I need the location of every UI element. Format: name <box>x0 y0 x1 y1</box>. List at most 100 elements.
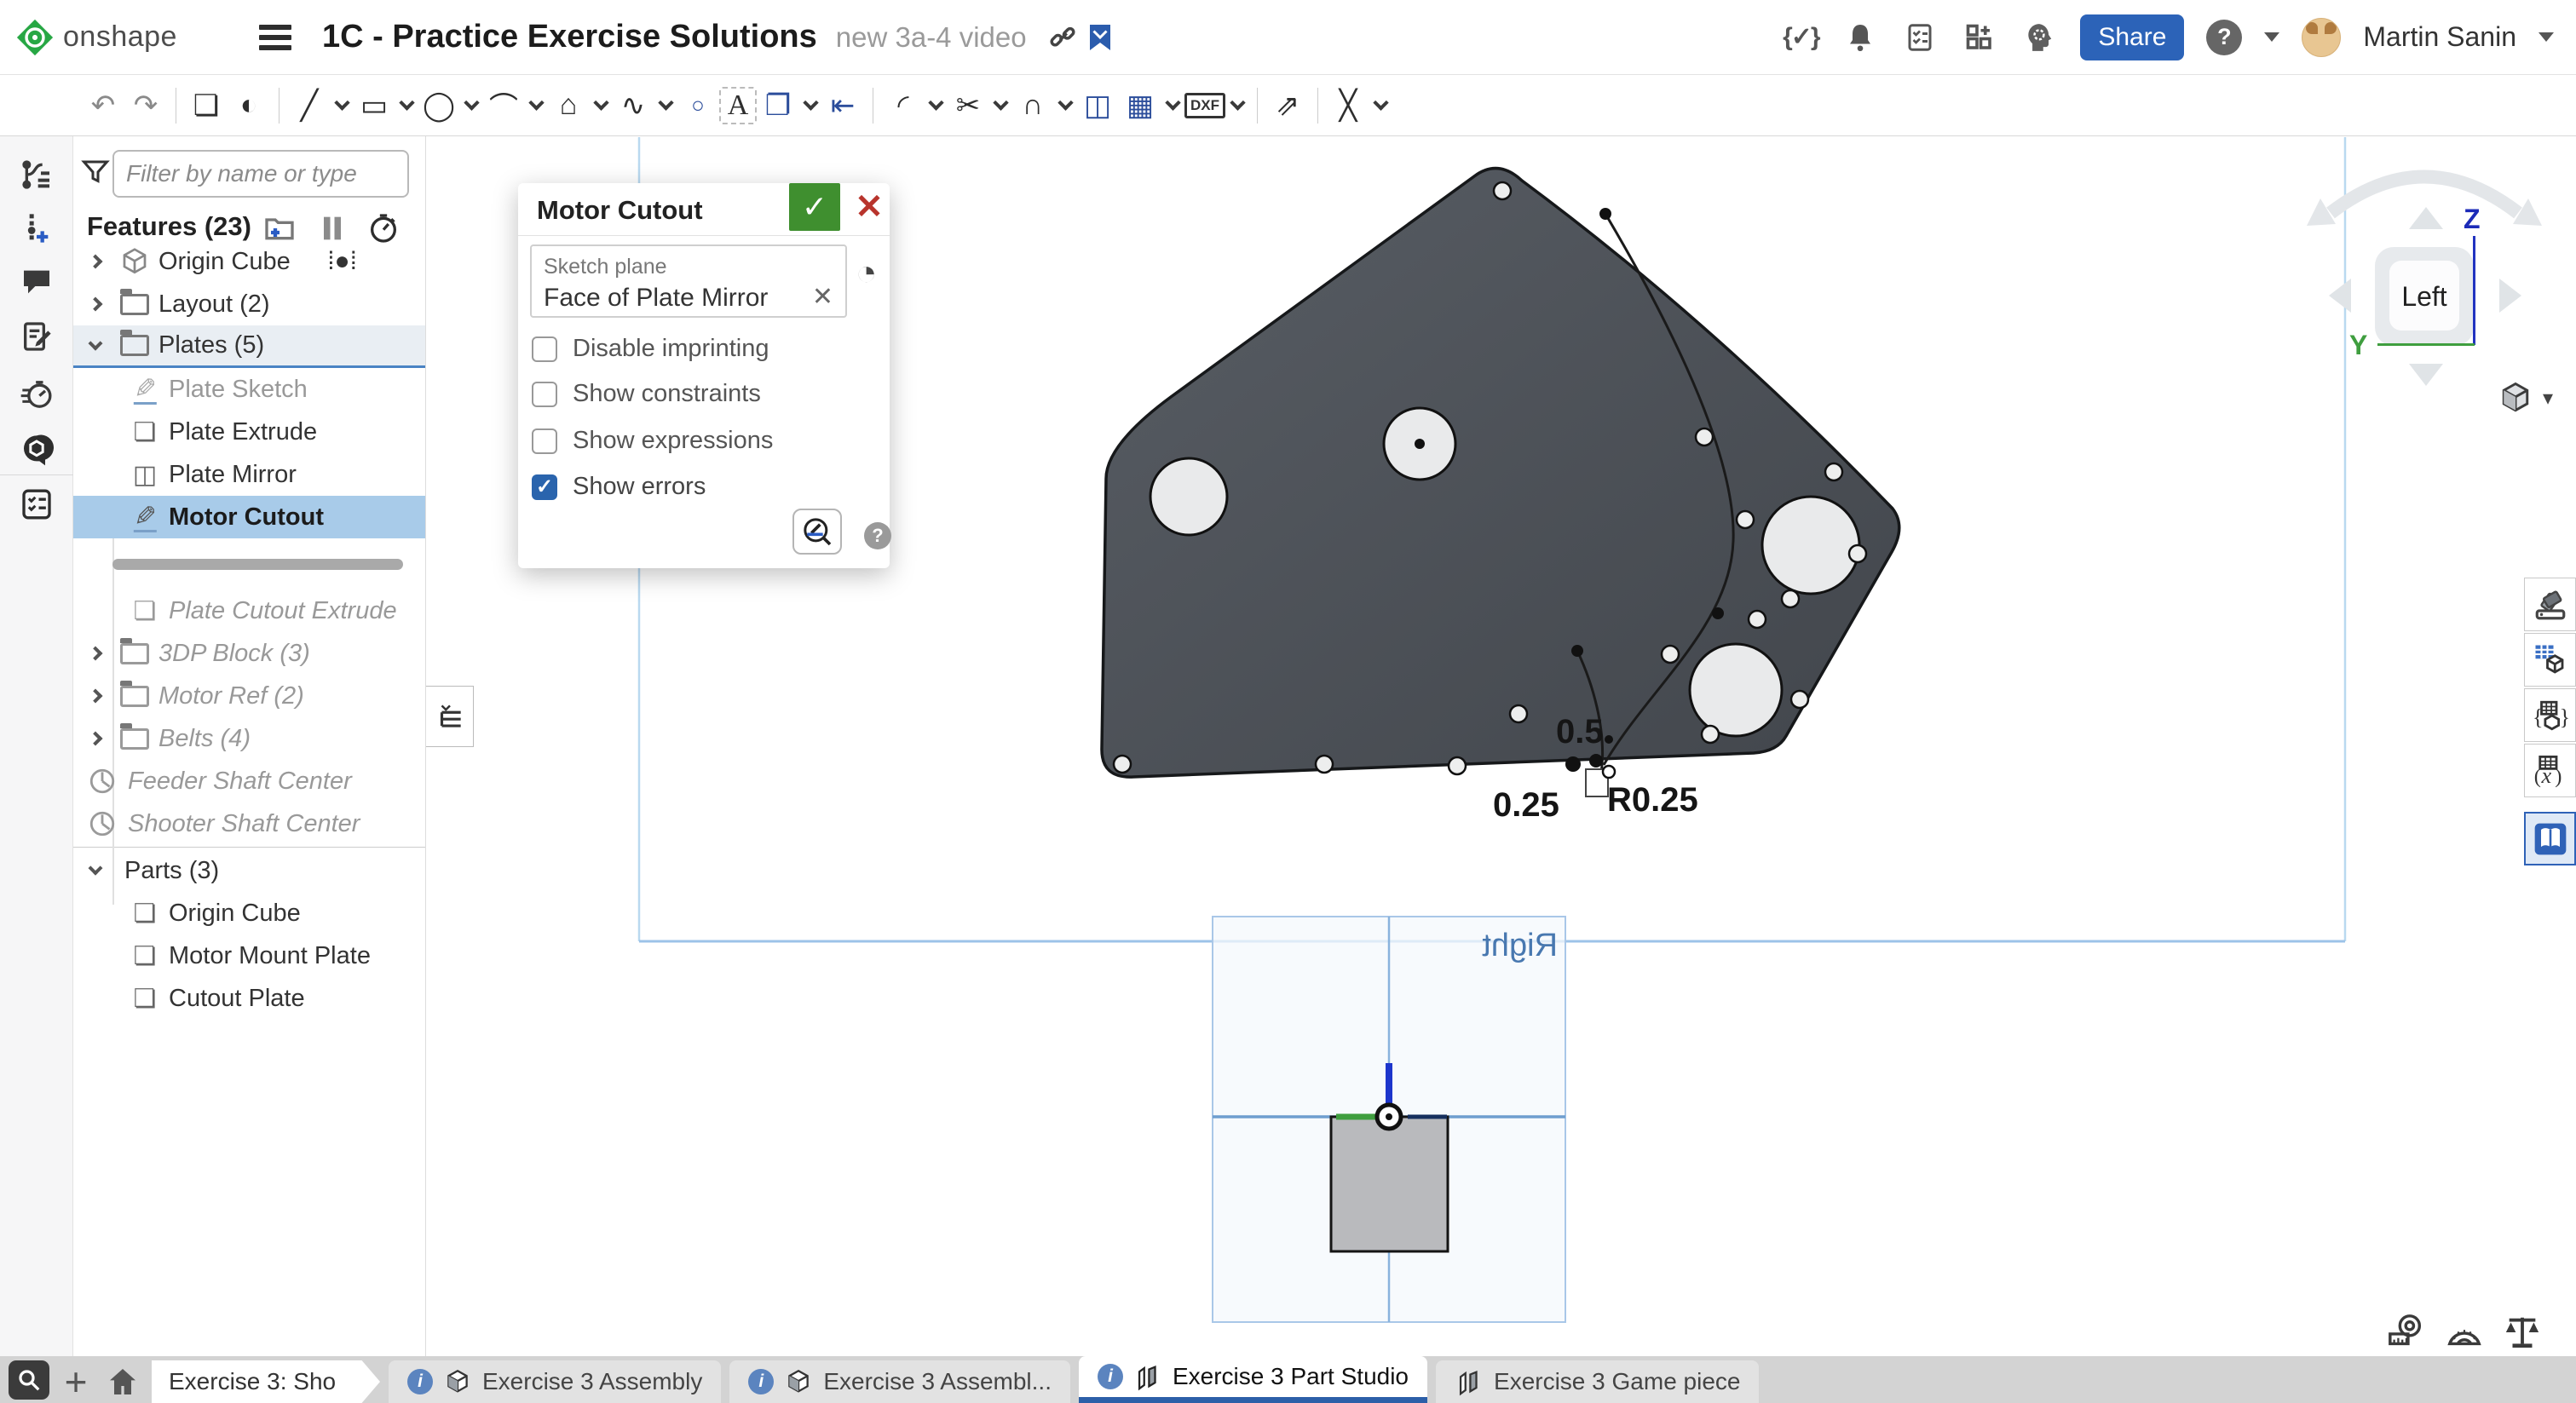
community-icon[interactable] <box>18 431 55 469</box>
logo-wordmark[interactable]: onshape <box>63 20 177 54</box>
follow-checklist-icon[interactable] <box>18 486 55 523</box>
redo-button[interactable]: ↷ <box>124 82 167 129</box>
undo-button[interactable]: ↶ <box>82 82 124 129</box>
chevron-right-icon[interactable] <box>84 684 107 708</box>
view-options-cube-button[interactable]: ▾ <box>2497 379 2553 417</box>
dxf-import-tool-icon[interactable]: DXF <box>1184 82 1226 129</box>
use-dropdown-caret[interactable] <box>799 82 821 129</box>
feature-row-plates[interactable]: Plates (5) <box>73 325 425 368</box>
chevron-down-icon[interactable] <box>84 334 107 358</box>
line-tool-icon[interactable]: ╱ <box>288 82 331 129</box>
mass-properties-scale-icon[interactable] <box>2502 1312 2543 1353</box>
checkbox-icon[interactable] <box>532 382 557 407</box>
hamburger-menu-icon[interactable] <box>259 25 291 50</box>
drag-handle[interactable]: ⁞●⁞ <box>327 247 357 276</box>
dialog-cancel-button[interactable]: ✕ <box>852 190 886 224</box>
polygon-dropdown-caret[interactable] <box>590 82 612 129</box>
checkbox-show-constraints[interactable]: Show constraints <box>532 380 761 408</box>
polygon-tool-icon[interactable]: ⌂ <box>547 82 590 129</box>
notes-icon[interactable] <box>18 318 55 355</box>
mate-connector-icon[interactable]: ◔ <box>856 255 877 290</box>
tab-exercise-3-assembly-2[interactable]: i Exercise 3 Assembl... <box>729 1360 1070 1403</box>
versions-icon[interactable] <box>18 156 55 193</box>
part-row-motor-mount-plate[interactable]: ❏ Motor Mount Plate <box>73 934 425 977</box>
fillet-tool-icon[interactable]: ◜ <box>882 82 925 129</box>
sketch-view-button[interactable] <box>792 509 842 555</box>
mirror-tool-icon[interactable]: ◫ <box>1076 82 1119 129</box>
view-cube[interactable]: Left Z Y ▾ <box>2279 149 2569 430</box>
chevron-down-icon[interactable] <box>84 859 107 883</box>
clear-selection-icon[interactable]: ✕ <box>812 282 833 312</box>
tasks-checklist-icon[interactable] <box>1901 19 1939 56</box>
feature-filter-input[interactable] <box>112 150 409 198</box>
checkbox-icon[interactable] <box>532 336 557 362</box>
tape-measure-icon[interactable] <box>2386 1312 2427 1353</box>
motor-mount-plate[interactable] <box>1102 169 1899 796</box>
checkbox-show-errors[interactable]: ✓ Show errors <box>532 473 706 501</box>
feature-row-layout[interactable]: Layout (2) <box>73 283 425 325</box>
feature-row-plate-mirror[interactable]: ◫ Plate Mirror <box>73 453 425 496</box>
new-tab-button[interactable]: + <box>58 1360 94 1403</box>
use-project-tool-icon[interactable]: ❐ <box>757 82 799 129</box>
chevron-right-icon[interactable] <box>84 250 107 273</box>
chevron-right-icon[interactable] <box>84 292 107 316</box>
line-dropdown-caret[interactable] <box>331 82 353 129</box>
onshape-logo-icon[interactable] <box>15 18 55 57</box>
help-dropdown-caret-icon[interactable] <box>2264 32 2279 42</box>
tab-search-button[interactable] <box>9 1360 49 1400</box>
notifications-bell-icon[interactable] <box>1841 19 1879 56</box>
origin-cube-section[interactable] <box>1331 1117 1448 1251</box>
user-dropdown-caret-icon[interactable] <box>2539 32 2554 42</box>
trim-tool-icon[interactable]: ✂ <box>947 82 989 129</box>
checkbox-disable-imprinting[interactable]: Disable imprinting <box>532 335 769 363</box>
arc-tool-icon[interactable]: ⌒ <box>482 82 525 129</box>
rectangle-dropdown-caret[interactable] <box>395 82 418 129</box>
spline-dropdown-caret[interactable] <box>654 82 677 129</box>
comments-icon[interactable] <box>18 263 55 301</box>
info-icon[interactable]: i <box>407 1369 433 1394</box>
construction-dropdown-caret[interactable] <box>1369 82 1392 129</box>
checkbox-checked-icon[interactable]: ✓ <box>532 474 557 500</box>
learning-center-button[interactable] <box>2524 812 2576 865</box>
app-store-icon[interactable] <box>1961 19 1998 56</box>
feature-row-shooter-shaft-center[interactable]: Shooter Shaft Center <box>73 802 425 845</box>
pattern-dropdown-caret[interactable] <box>1161 82 1184 129</box>
feature-row-feeder-shaft-center[interactable]: Feeder Shaft Center <box>73 760 425 802</box>
checkbox-icon[interactable] <box>532 428 557 454</box>
rollback-bar[interactable] <box>112 559 403 570</box>
part-row-cutout-plate[interactable]: ❏ Cutout Plate <box>73 977 425 1020</box>
tab-exercise-3-part-studio[interactable]: i Exercise 3 Part Studio <box>1079 1356 1427 1403</box>
revolve-tool-icon[interactable]: ◐ <box>228 82 270 129</box>
tab-exercise-3-game-piece[interactable]: Exercise 3 Game piece <box>1436 1360 1759 1403</box>
configured-features-button[interactable]: {} <box>2524 688 2576 742</box>
pattern-tool-icon[interactable]: ▦ <box>1119 82 1161 129</box>
rotate-right-arrow[interactable] <box>2499 279 2521 313</box>
configurations-button[interactable] <box>2524 633 2576 687</box>
dialog-help-icon[interactable]: ? <box>864 522 891 549</box>
offset-dropdown-caret[interactable] <box>1054 82 1076 129</box>
offset-tool-icon[interactable]: ∩ <box>1011 82 1054 129</box>
feature-row-belts[interactable]: Belts (4) <box>73 717 425 760</box>
feature-row-origin-cube[interactable]: Origin Cube ⁞●⁞ <box>73 240 425 283</box>
info-icon[interactable]: i <box>1098 1364 1123 1389</box>
featurescript-icon[interactable]: {✓} <box>1782 19 1819 56</box>
chevron-right-icon[interactable] <box>84 727 107 750</box>
rotate-left-arrow[interactable] <box>2329 279 2351 313</box>
tab-exercise-3-shooter[interactable]: Exercise 3: Sho <box>152 1360 380 1403</box>
publication-flag-icon[interactable] <box>1081 19 1119 56</box>
rectangle-tool-icon[interactable]: ▭ <box>353 82 395 129</box>
feature-row-3dp-block[interactable]: 3DP Block (3) <box>73 632 425 675</box>
help-button[interactable]: ? <box>2206 20 2242 55</box>
circle-dropdown-caret[interactable] <box>460 82 482 129</box>
checkbox-show-expressions[interactable]: Show expressions <box>532 427 773 455</box>
rotate-down-arrow[interactable] <box>2409 364 2443 386</box>
spline-tool-icon[interactable]: ∿ <box>612 82 654 129</box>
history-icon[interactable] <box>18 376 55 413</box>
ai-advisor-icon[interactable] <box>2020 19 2058 56</box>
feature-row-motor-cutout[interactable]: ✎ Motor Cutout <box>73 496 425 538</box>
document-title[interactable]: 1C - Practice Exercise Solutions <box>322 19 817 55</box>
dimension-tool-icon[interactable]: ⇤ <box>821 82 864 129</box>
rotate-up-arrow[interactable] <box>2409 207 2443 229</box>
parts-header-row[interactable]: Parts (3) <box>73 849 425 892</box>
protractor-icon[interactable] <box>2444 1312 2485 1353</box>
